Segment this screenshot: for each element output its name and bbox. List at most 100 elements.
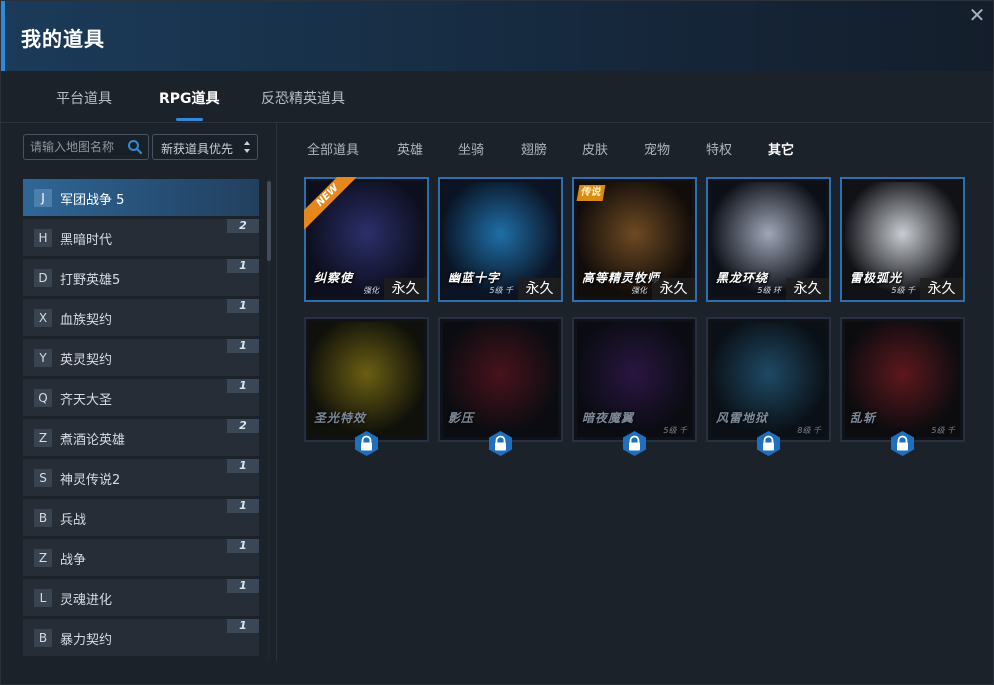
category-tab-bar: 全部道具 英雄 坐骑 翅膀 皮肤 宠物 特权 其它 xyxy=(291,123,991,169)
map-list-item[interactable]: Z 煮酒论英雄 2 xyxy=(23,419,259,456)
map-initial-letter: Z xyxy=(34,549,52,567)
map-name: 血族契约 xyxy=(60,313,113,328)
close-icon[interactable]: ✕ xyxy=(967,5,987,25)
item-subcaption: 强化 xyxy=(363,286,379,295)
map-list-item[interactable]: Q 齐天大圣 1 xyxy=(23,379,259,416)
top-tab[interactable]: 平台道具 xyxy=(56,88,112,108)
map-name: 神灵传说2 xyxy=(60,473,121,488)
item-caption: 纠察使 xyxy=(314,271,354,285)
item-duration-label: 永久 xyxy=(384,278,427,300)
map-initial-letter: L xyxy=(34,589,52,607)
map-list-item[interactable]: S 神灵传说2 1 xyxy=(23,459,259,496)
category-tab[interactable]: 翅膀 xyxy=(521,139,547,158)
my-items-window: 我的道具 ✕ 平台道具 RPG道具 反恐精英道具 新获道具优先 J 军团战争 5 H 黑暗… xyxy=(0,0,994,685)
map-name: 灵魂进化 xyxy=(60,593,113,608)
map-list-item[interactable]: H 黑暗时代 2 xyxy=(23,219,259,256)
map-name: 暴力契约 xyxy=(60,633,113,648)
item-grid: 纠察使 强化 永久 NEW 幽蓝十字 5级 千永久 高等精灵牧师 强化 永久 传说 黑龙环绕 5级 环… xyxy=(304,177,968,457)
item-caption: 暗夜魔翼 xyxy=(582,411,635,425)
category-tab[interactable]: 其它 xyxy=(768,139,794,158)
item-duration-label: 永久 xyxy=(920,278,963,300)
item-card[interactable]: 幽蓝十字 5级 千永久 xyxy=(438,177,563,302)
category-tab[interactable]: 坐骑 xyxy=(458,139,484,158)
category-tab[interactable]: 宠物 xyxy=(644,139,670,158)
map-list-item[interactable]: L 灵魂进化 1 xyxy=(23,579,259,616)
item-card[interactable]: 雷极弧光 5级 千永久 xyxy=(840,177,965,302)
sort-select-value: 新获道具优先 xyxy=(161,142,234,156)
map-list-item[interactable]: D 打野英雄5 1 xyxy=(23,259,259,296)
map-initial-letter: H xyxy=(34,229,52,247)
item-subcaption: 强化 xyxy=(631,286,647,295)
top-tab[interactable]: 反恐精英道具 xyxy=(261,88,345,108)
item-count-badge: 1 xyxy=(227,299,259,313)
item-duration-label: 永久 xyxy=(652,278,695,300)
lock-icon xyxy=(355,431,378,456)
item-duration-label: 永久 xyxy=(786,278,829,300)
item-card[interactable]: 圣光特效 xyxy=(304,317,429,456)
map-name: 英灵契约 xyxy=(60,353,113,368)
item-count-badge: 1 xyxy=(227,539,259,553)
window-title: 我的道具 xyxy=(21,27,105,51)
item-subcaption: 8级 千 xyxy=(797,426,821,435)
map-search-box xyxy=(23,134,149,160)
map-name: 煮酒论英雄 xyxy=(60,433,126,448)
item-card[interactable]: 风雷地狱 8级 千 xyxy=(706,317,831,456)
new-ribbon-label: NEW xyxy=(304,177,356,229)
item-card[interactable]: 高等精灵牧师 强化 永久 传说 xyxy=(572,177,697,302)
item-subcaption: 5级 千 xyxy=(489,286,513,295)
sort-arrows-icon xyxy=(244,141,250,153)
map-name: 齐天大圣 xyxy=(60,393,113,408)
map-name: 战争 xyxy=(60,553,87,568)
category-tab[interactable]: 全部道具 xyxy=(307,139,359,158)
map-search-input[interactable] xyxy=(30,138,124,156)
item-caption: 高等精灵牧师 xyxy=(582,271,661,285)
map-list-scrollbar[interactable] xyxy=(267,179,271,659)
item-count-badge: 1 xyxy=(227,259,259,273)
map-initial-letter: J xyxy=(34,189,52,207)
map-list-item[interactable]: Y 英灵契约 1 xyxy=(23,339,259,376)
category-tab[interactable]: 皮肤 xyxy=(582,139,608,158)
lock-icon xyxy=(489,431,512,456)
item-count-badge: 2 xyxy=(227,219,259,233)
title-accent-bar xyxy=(1,1,5,71)
item-caption: 乱斩 xyxy=(850,411,877,425)
item-card[interactable]: 乱斩 5级 千 xyxy=(840,317,965,456)
item-caption: 幽蓝十字 xyxy=(448,271,501,285)
sort-select[interactable]: 新获道具优先 xyxy=(152,134,258,160)
map-initial-letter: X xyxy=(34,309,52,327)
item-subcaption: 5级 千 xyxy=(931,426,955,435)
map-list-item[interactable]: X 血族契约 1 xyxy=(23,299,259,336)
map-name: 打野英雄5 xyxy=(60,273,121,288)
map-list-item[interactable]: Z 战争 1 xyxy=(23,539,259,576)
new-ribbon: NEW xyxy=(304,177,356,229)
search-icon[interactable] xyxy=(127,139,143,155)
map-list-item[interactable]: J 军团战争 5 xyxy=(23,179,259,216)
item-caption: 雷极弧光 xyxy=(850,271,903,285)
map-initial-letter: S xyxy=(34,469,52,487)
item-card[interactable]: 暗夜魔翼 5级 千 xyxy=(572,317,697,456)
category-tab[interactable]: 特权 xyxy=(706,139,732,158)
map-list-item[interactable]: B 兵战 1 xyxy=(23,499,259,536)
category-tab[interactable]: 英雄 xyxy=(397,139,423,158)
item-count-badge: 1 xyxy=(227,619,259,633)
item-card[interactable]: 影压 xyxy=(438,317,563,456)
map-name: 兵战 xyxy=(60,513,87,528)
top-tab-bar: 平台道具 RPG道具 反恐精英道具 xyxy=(1,71,993,123)
item-caption: 圣光特效 xyxy=(314,411,367,425)
title-bar: 我的道具 ✕ xyxy=(1,1,993,71)
item-subcaption: 5级 千 xyxy=(891,286,915,295)
top-tab[interactable]: RPG道具 xyxy=(159,88,220,121)
item-count-badge: 1 xyxy=(227,379,259,393)
map-list: J 军团战争 5 H 黑暗时代 2 D 打野英雄5 1 X 血族契约 1 Y 英灵契约 1 Q 齐天大圣 1 Z 煮… xyxy=(23,179,259,661)
item-subcaption: 5级 千 xyxy=(663,426,687,435)
item-caption: 黑龙环绕 xyxy=(716,271,769,285)
map-panel: 新获道具优先 J军团战争 5H黑暗时代2D打野英雄51X血族契约1Y英灵契约1Q… xyxy=(1,123,277,661)
scrollbar-thumb[interactable] xyxy=(267,181,271,261)
item-card[interactable]: 黑龙环绕 5级 环永久 xyxy=(706,177,831,302)
map-initial-letter: B xyxy=(34,629,52,647)
map-initial-letter: Z xyxy=(34,429,52,447)
map-list-item[interactable]: B 暴力契约 1 xyxy=(23,619,259,656)
lock-icon xyxy=(891,431,914,456)
item-card[interactable]: 纠察使 强化 永久 NEW xyxy=(304,177,429,302)
lock-icon xyxy=(757,431,780,456)
